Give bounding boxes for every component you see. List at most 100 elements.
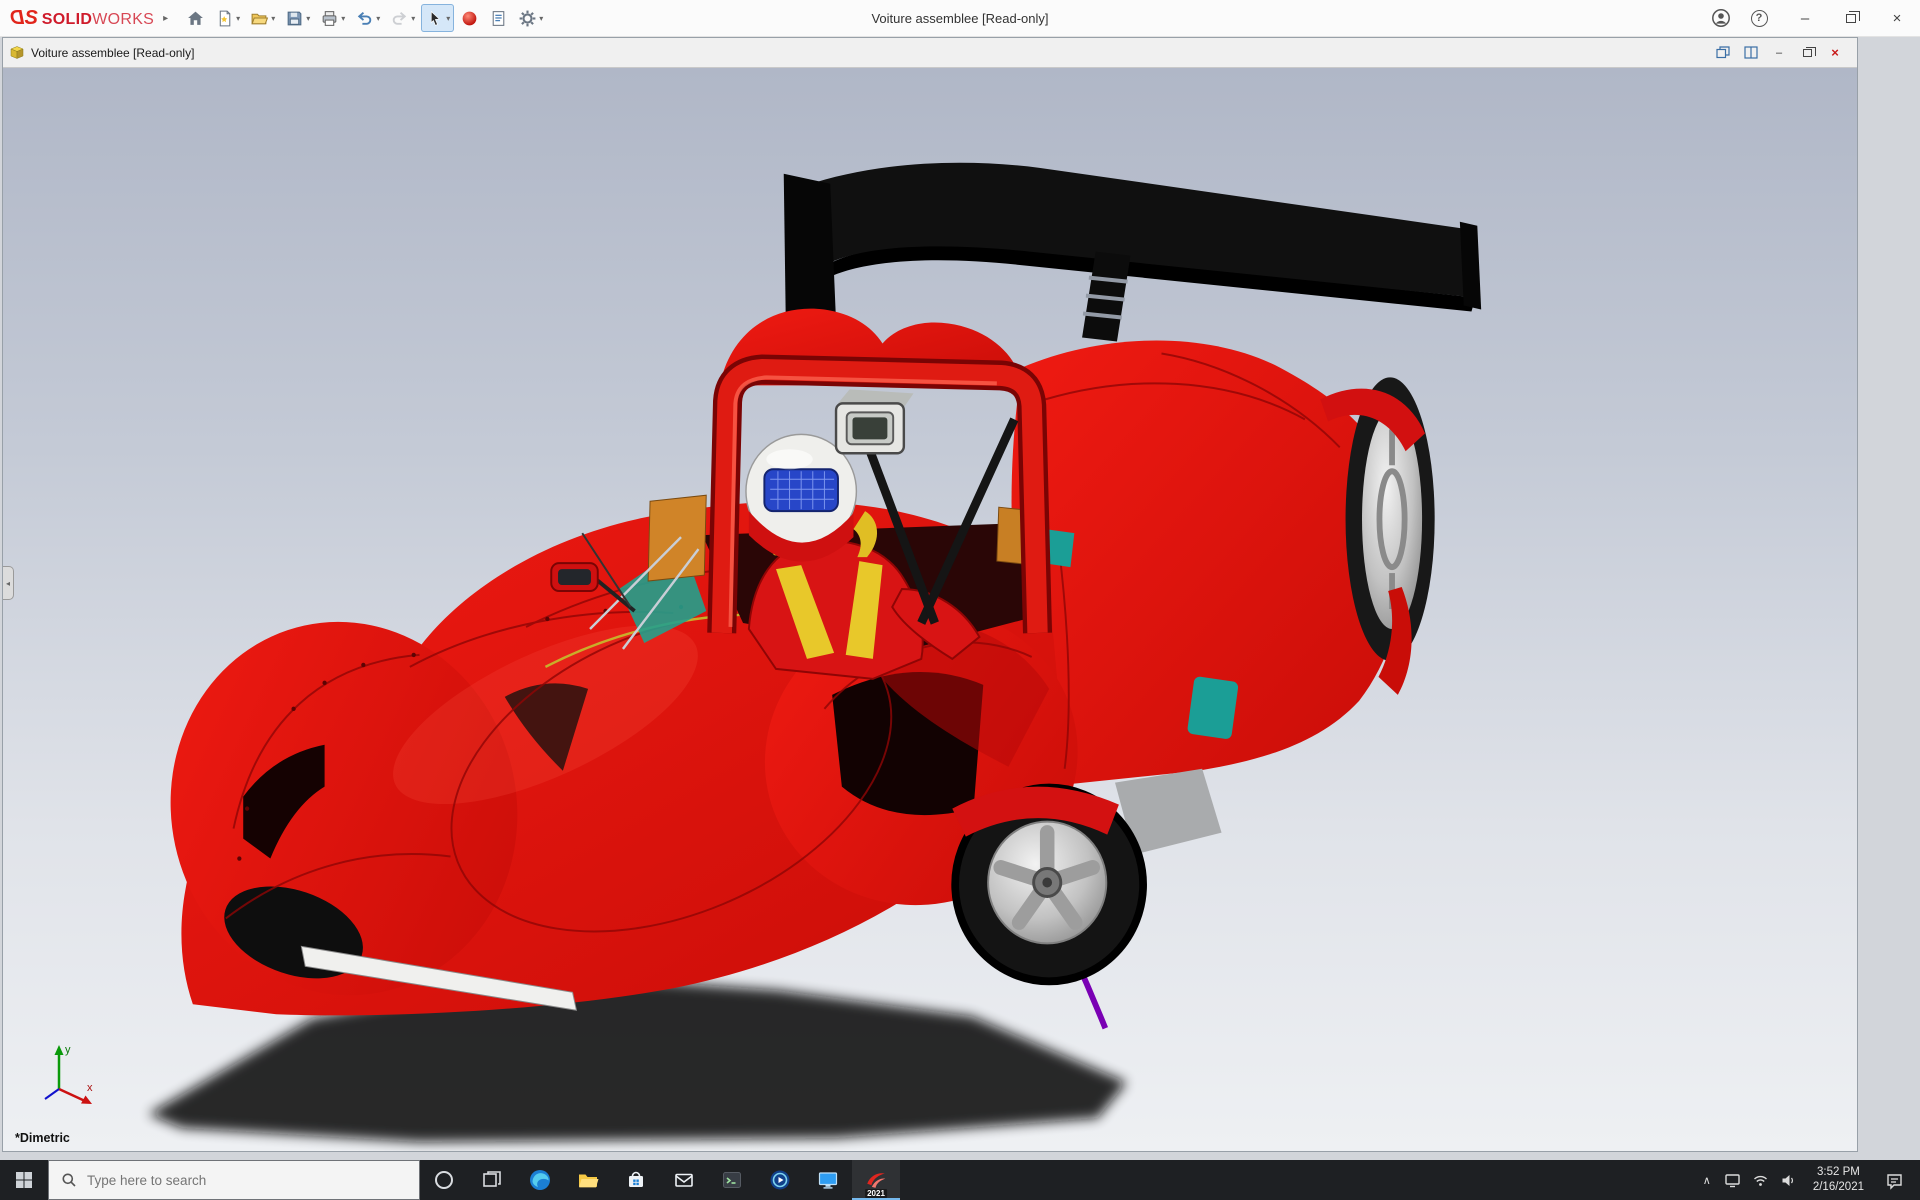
open-button[interactable]: ▾ (246, 4, 279, 32)
account-button[interactable] (1706, 3, 1736, 33)
file-properties-icon (489, 9, 508, 28)
redo-button[interactable]: ▾ (386, 4, 419, 32)
tray-expand-button[interactable]: ∧ (1695, 1174, 1719, 1187)
window-tile-icon (1744, 46, 1758, 59)
triad-y-label: y (65, 1044, 71, 1056)
restore-button[interactable] (1828, 0, 1874, 36)
work-area: Voiture assemblee [Read-only] – × (0, 37, 1920, 1160)
tile-window-button[interactable] (1739, 43, 1763, 63)
windows-logo-icon (15, 1171, 33, 1189)
side-window (1187, 676, 1239, 740)
task-view-icon (480, 1168, 504, 1192)
restore-icon (1803, 49, 1812, 57)
taskbar-app-store[interactable] (612, 1160, 660, 1200)
clock-time: 3:52 PM (1813, 1165, 1864, 1180)
cortana-icon (432, 1168, 456, 1192)
options-button[interactable]: ▾ (514, 4, 547, 32)
taskbar-app-terminal[interactable] (708, 1160, 756, 1200)
media-player-icon (768, 1168, 792, 1192)
chevron-down-icon[interactable]: ▾ (539, 14, 543, 23)
taskbar-app-monitor[interactable] (804, 1160, 852, 1200)
clock-date: 2/16/2021 (1813, 1180, 1864, 1195)
display-icon (1724, 1172, 1741, 1189)
chevron-down-icon[interactable]: ▾ (306, 14, 310, 23)
action-center-button[interactable] (1874, 1171, 1914, 1190)
network-tray-button[interactable] (1747, 1172, 1775, 1189)
options-gear-icon (518, 9, 537, 28)
edge-icon (528, 1168, 552, 1192)
print-button[interactable]: ▾ (316, 4, 349, 32)
taskbar-app-media-player[interactable] (756, 1160, 804, 1200)
terminal-icon (720, 1168, 744, 1192)
appearance-sphere-icon (460, 9, 479, 28)
save-button[interactable]: ▾ (281, 4, 314, 32)
undo-icon (355, 9, 374, 28)
document-titlebar: Voiture assemblee [Read-only] – × (3, 38, 1857, 68)
view-orientation-label: *Dimetric (15, 1131, 70, 1145)
new-window-button[interactable] (1711, 43, 1735, 63)
reference-triad: y x (27, 1039, 97, 1113)
appearance-button[interactable] (456, 4, 483, 32)
taskbar-app-edge[interactable] (516, 1160, 564, 1200)
quick-access-toolbar: ▾ ▾ ▾ ▾ ▾ ▾ ▾ (182, 4, 547, 32)
chevron-down-icon[interactable]: ▾ (271, 14, 275, 23)
chevron-down-icon[interactable]: ▾ (411, 14, 415, 23)
select-button[interactable]: ▾ (421, 4, 454, 32)
new-document-button[interactable]: ▾ (211, 4, 244, 32)
chevron-down-icon[interactable]: ▾ (236, 14, 240, 23)
select-arrow-icon (425, 9, 444, 28)
windows-taskbar: 2021 ∧ 3:52 PM 2/16/2021 (0, 1160, 1920, 1200)
solidworks-version-badge: 2021 (865, 1189, 887, 1198)
user-icon (1711, 8, 1731, 28)
ds-logo: D (10, 7, 24, 30)
taskbar-clock[interactable]: 3:52 PM 2/16/2021 (1803, 1165, 1874, 1195)
app-titlebar: D S SOLID WORKS ▸ ▾ ▾ ▾ ▾ (0, 0, 1920, 37)
taskbar-app-solidworks[interactable]: 2021 (852, 1160, 900, 1200)
menu-flyout-arrow-icon[interactable]: ▸ (154, 13, 182, 24)
start-button[interactable] (0, 1160, 48, 1200)
taskbar-app-file-explorer[interactable] (564, 1160, 612, 1200)
network-icon (1752, 1172, 1769, 1189)
task-view-button[interactable] (468, 1160, 516, 1200)
solidworks-window: D S SOLID WORKS ▸ ▾ ▾ ▾ ▾ (0, 0, 1920, 1200)
new-document-icon (215, 9, 234, 28)
volume-tray-button[interactable] (1775, 1172, 1803, 1189)
mail-icon (672, 1168, 696, 1192)
chevron-down-icon[interactable]: ▾ (341, 14, 345, 23)
help-button[interactable]: ? (1744, 3, 1774, 33)
rear-wing (784, 163, 1481, 342)
home-button[interactable] (182, 4, 209, 32)
doc-minimize-button[interactable]: – (1767, 43, 1791, 63)
open-folder-icon (250, 9, 269, 28)
doc-restore-button[interactable] (1795, 43, 1819, 63)
triad-x-label: x (87, 1082, 93, 1094)
panel-collapse-tab[interactable]: ◂ (3, 566, 14, 600)
file-properties-button[interactable] (485, 4, 512, 32)
document-window-controls: – × (1711, 43, 1853, 63)
minimize-button[interactable]: – (1782, 0, 1828, 36)
restore-icon (1846, 14, 1856, 23)
display-tray-button[interactable] (1719, 1172, 1747, 1189)
system-tray: ∧ 3:52 PM 2/16/2021 (1695, 1160, 1920, 1200)
taskbar-app-mail[interactable] (660, 1160, 708, 1200)
document-window: Voiture assemblee [Read-only] – × (2, 37, 1858, 1152)
chevron-down-icon[interactable]: ▾ (446, 14, 450, 23)
race-car-model[interactable] (3, 68, 1857, 1151)
undo-button[interactable]: ▾ (351, 4, 384, 32)
volume-icon (1780, 1172, 1797, 1189)
close-icon: × (1893, 10, 1902, 27)
minimize-icon: – (1776, 47, 1782, 59)
minimize-icon: – (1801, 10, 1809, 27)
doc-close-button[interactable]: × (1823, 43, 1847, 63)
window-stack-icon (1716, 46, 1730, 59)
chevron-down-icon[interactable]: ▾ (376, 14, 380, 23)
cortana-button[interactable] (420, 1160, 468, 1200)
intake-box (836, 389, 913, 453)
search-input[interactable] (87, 1173, 407, 1188)
brand-works: WORKS (92, 11, 154, 29)
cockpit-panel-left (648, 495, 706, 581)
close-button[interactable]: × (1874, 0, 1920, 36)
titlebar-right: ? – × (1706, 0, 1920, 36)
graphics-viewport[interactable]: y x *Dimetric ◂ (3, 68, 1857, 1151)
taskbar-search[interactable] (48, 1160, 420, 1200)
